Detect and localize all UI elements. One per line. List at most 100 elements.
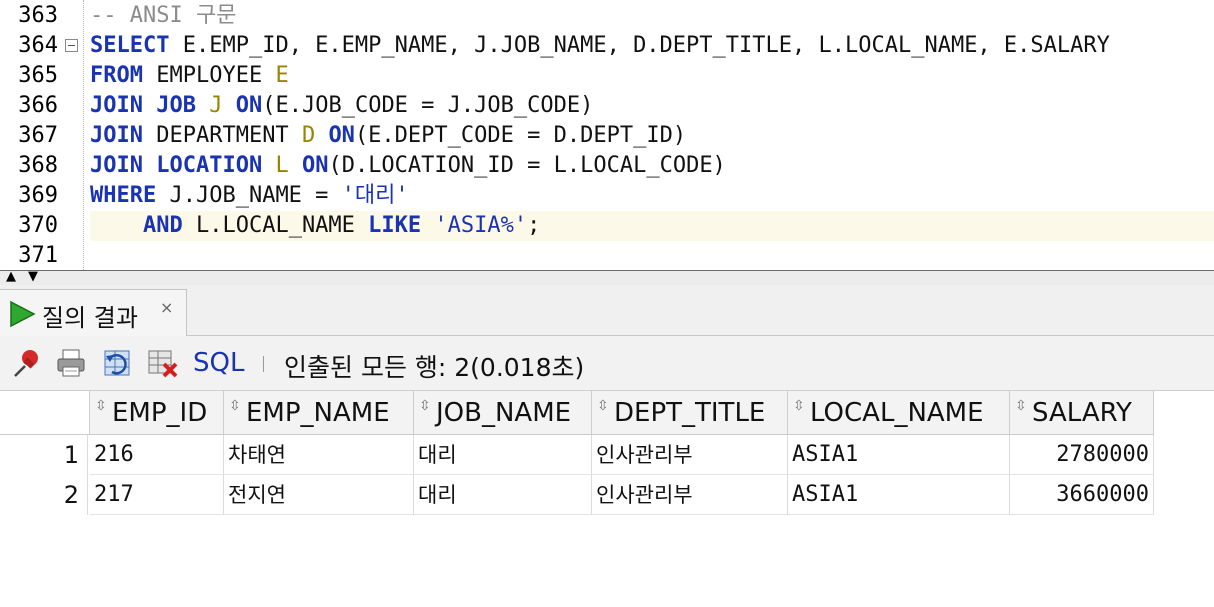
table-cell[interactable]: ASIA1 xyxy=(788,475,1010,515)
pin-icon[interactable] xyxy=(10,346,44,380)
line-number: 365 xyxy=(18,63,58,88)
code-token: J xyxy=(209,93,223,118)
sort-icon[interactable]: ⇳ xyxy=(229,399,241,413)
code-token: EMPLOYEE xyxy=(142,63,276,88)
code-token: L xyxy=(275,153,289,178)
code-token: J.JOB_NAME = xyxy=(156,183,342,208)
code-token: '대리' xyxy=(341,183,409,208)
code-text[interactable]: FROM EMPLOYEE E xyxy=(90,61,1214,91)
code-token: WHERE xyxy=(90,183,157,208)
code-token: LOCATION xyxy=(156,153,263,178)
table-cell[interactable]: 인사관리부 xyxy=(592,475,788,515)
toolbar-divider xyxy=(263,356,264,372)
code-token: 'ASIA%' xyxy=(434,213,528,238)
code-token: E xyxy=(275,63,289,88)
code-token: LIKE xyxy=(368,213,422,238)
fetch-status: 인출된 모든 행: 2(0.018초) xyxy=(284,353,585,382)
table-cell[interactable]: 3660000 xyxy=(1010,475,1154,515)
code-token: JOIN xyxy=(90,153,143,178)
row-number-header xyxy=(0,391,90,435)
code-text[interactable]: WHERE J.JOB_NAME = '대리' xyxy=(90,181,1214,211)
column-header-emp-name[interactable]: ⇳ EMP_NAME xyxy=(224,391,414,435)
table-cell[interactable]: 대리 xyxy=(414,475,592,515)
table-cell[interactable]: 217 xyxy=(90,475,224,515)
row-number[interactable]: 1 xyxy=(0,435,88,475)
code-token: ON xyxy=(235,93,263,118)
row-number[interactable]: 2 xyxy=(0,475,88,515)
line-number: 366 xyxy=(18,93,58,118)
table-cell[interactable]: 2780000 xyxy=(1010,435,1154,475)
code-token: JOIN xyxy=(90,123,143,148)
print-icon[interactable] xyxy=(54,346,88,380)
sql-button[interactable]: SQL xyxy=(193,348,244,378)
code-token: D xyxy=(301,123,316,148)
code-token: AND xyxy=(142,213,183,238)
sort-icon[interactable]: ⇳ xyxy=(419,399,431,413)
close-icon[interactable]: × xyxy=(160,298,173,317)
tab-query-result[interactable]: 질의 결과 × xyxy=(0,289,187,336)
code-token: JOB xyxy=(156,93,196,118)
code-token: (E.JOB_CODE = J.JOB_CODE) xyxy=(262,93,594,118)
run-icon xyxy=(8,300,36,332)
column-header-salary[interactable]: ⇳ SALARY xyxy=(1010,391,1154,435)
sort-icon[interactable]: ⇳ xyxy=(597,399,609,413)
code-text[interactable] xyxy=(90,241,1214,270)
editor-line[interactable]: 368 JOIN LOCATION L ON(D.LOCATION_ID = L.… xyxy=(0,151,1214,181)
fold-toggle-icon[interactable] xyxy=(65,39,78,52)
editor-line[interactable]: 365 FROM EMPLOYEE E xyxy=(0,61,1214,91)
results-tabstrip: 질의 결과 × xyxy=(0,285,1214,336)
table-cell[interactable]: 차태연 xyxy=(224,435,414,475)
editor-line[interactable]: 369 WHERE J.JOB_NAME = '대리' xyxy=(0,181,1214,211)
code-text[interactable]: JOIN JOB J ON(E.JOB_CODE = J.JOB_CODE) xyxy=(90,91,1214,121)
code-text[interactable]: -- ANSI 구문 xyxy=(90,1,1214,31)
line-number: 370 xyxy=(18,213,58,238)
table-cell[interactable]: 전지연 xyxy=(224,475,414,515)
line-number: 368 xyxy=(18,153,58,178)
column-header-dept-title[interactable]: ⇳ DEPT_TITLE xyxy=(592,391,788,435)
line-number: 367 xyxy=(18,123,58,148)
editor-line[interactable]: 364 SELECT E.EMP_ID, E.EMP_NAME, J.JOB_NA… xyxy=(0,31,1214,61)
collapse-up-icon[interactable]: ▲ xyxy=(6,270,16,284)
editor-line[interactable]: 367 JOIN DEPARTMENT D ON(E.DEPT_CODE = D.… xyxy=(0,121,1214,151)
code-token: (D.LOCATION_ID = L.LOCAL_CODE) xyxy=(328,153,726,178)
table-cell[interactable]: 인사관리부 xyxy=(592,435,788,475)
pane-splitter[interactable]: ▲ ▼ xyxy=(0,270,1214,286)
code-token: FROM xyxy=(90,63,143,88)
code-token: ON xyxy=(328,123,355,148)
sort-icon[interactable]: ⇳ xyxy=(1015,399,1027,413)
code-token: E.EMP_ID, E.EMP_NAME, J.JOB_NAME, D.DEPT… xyxy=(169,33,1110,58)
sort-icon[interactable]: ⇳ xyxy=(793,399,805,413)
code-token: (E.DEPT_CODE = D.DEPT_ID) xyxy=(354,123,687,148)
line-number: 371 xyxy=(18,243,58,268)
editor-line[interactable]: 363 -- ANSI 구문 xyxy=(0,1,1214,31)
code-text[interactable]: JOIN DEPARTMENT D ON(E.DEPT_CODE = D.DEP… xyxy=(90,121,1214,151)
refresh-icon[interactable] xyxy=(100,346,134,380)
editor-line[interactable]: 366 JOIN JOB J ON(E.JOB_CODE = J.JOB_CODE… xyxy=(0,91,1214,121)
column-header-emp-id[interactable]: ⇳ EMP_ID xyxy=(90,391,224,435)
editor-line[interactable]: 371 xyxy=(0,241,1214,270)
code-token: SELECT xyxy=(90,33,170,58)
collapse-down-icon[interactable]: ▼ xyxy=(28,270,38,284)
sort-icon[interactable]: ⇳ xyxy=(95,399,107,413)
column-header-local-name[interactable]: ⇳ LOCAL_NAME xyxy=(788,391,1010,435)
results-grid[interactable]: ⇳ EMP_ID ⇳ EMP_NAME ⇳ JOB_NAME ⇳ DEPT_TI… xyxy=(0,390,1214,607)
code-text[interactable]: SELECT E.EMP_ID, E.EMP_NAME, J.JOB_NAME,… xyxy=(90,31,1214,61)
table-cell[interactable]: 216 xyxy=(90,435,224,475)
table-cell[interactable]: 대리 xyxy=(414,435,592,475)
editor-line[interactable]: 370 AND L.LOCAL_NAME LIKE 'ASIA%'; xyxy=(0,211,1214,241)
code-text[interactable]: AND L.LOCAL_NAME LIKE 'ASIA%'; xyxy=(90,211,1214,241)
table-cell[interactable]: ASIA1 xyxy=(788,435,1010,475)
code-text[interactable]: JOIN LOCATION L ON(D.LOCATION_ID = L.LOC… xyxy=(90,151,1214,181)
cancel-query-icon[interactable] xyxy=(146,346,180,380)
column-header-job-name[interactable]: ⇳ JOB_NAME xyxy=(414,391,592,435)
sql-editor[interactable]: 363 -- ANSI 구문 364 SELECT E.EMP_ID, E.EMP_N… xyxy=(0,0,1214,270)
code-token: DEPARTMENT xyxy=(142,123,302,148)
code-token: -- ANSI 구문 xyxy=(90,3,237,28)
